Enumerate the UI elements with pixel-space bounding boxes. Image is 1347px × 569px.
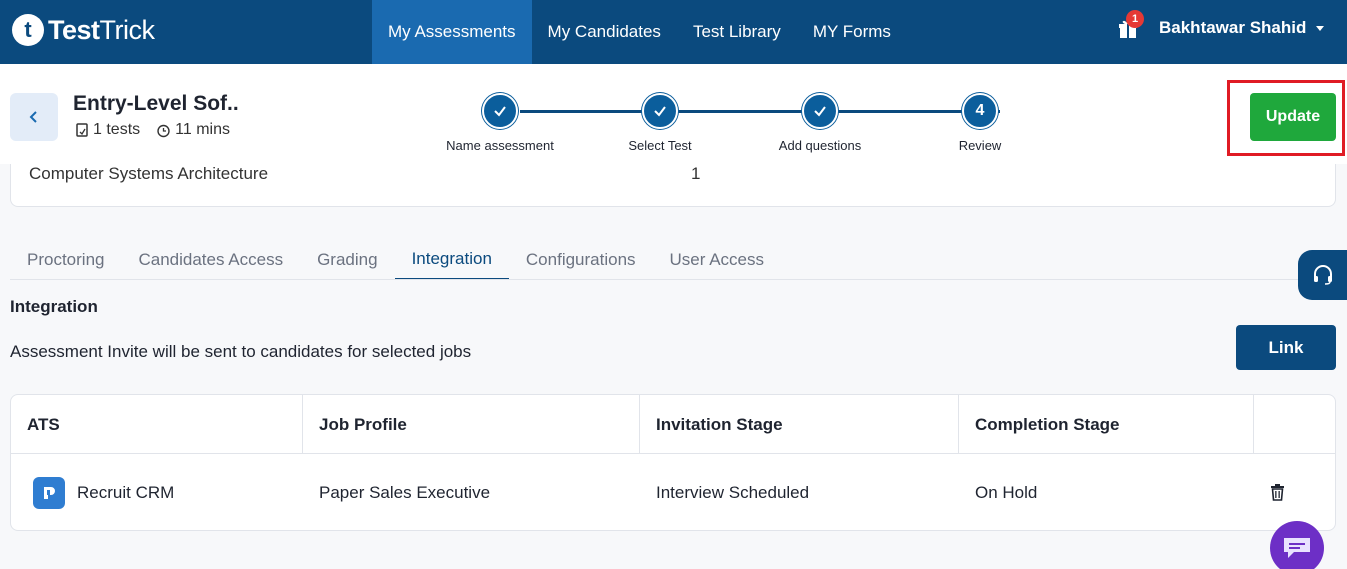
ats-cell: Recruit CRM bbox=[17, 454, 303, 530]
invitation-stage-cell: Interview Scheduled bbox=[656, 482, 810, 502]
nav-test-library[interactable]: Test Library bbox=[677, 0, 797, 64]
nav-my-candidates[interactable]: My Candidates bbox=[532, 0, 677, 64]
logo-text-thin: Trick bbox=[99, 14, 155, 45]
integration-table: ATS Job Profile Invitation Stage Complet… bbox=[10, 394, 1336, 531]
completion-stage-cell: On Hold bbox=[975, 482, 1038, 502]
link-button[interactable]: Link bbox=[1236, 325, 1336, 370]
tab-integration[interactable]: Integration bbox=[394, 240, 509, 280]
step-check-icon bbox=[482, 93, 518, 129]
table-header: ATS Job Profile Invitation Stage Complet… bbox=[11, 395, 1335, 454]
tab-proctoring[interactable]: Proctoring bbox=[10, 240, 121, 280]
tabs-divider bbox=[10, 279, 1336, 280]
job-profile-cell: Paper Sales Executive bbox=[319, 482, 491, 502]
chevron-left-icon bbox=[29, 111, 37, 123]
chat-button[interactable] bbox=[1270, 521, 1324, 569]
main-nav: My Assessments My Candidates Test Librar… bbox=[372, 0, 907, 64]
assessment-header: Entry-Level Sof.. 1 tests 11 mins Name a… bbox=[0, 64, 1347, 164]
test-card-peek-name: Computer Systems Architecture bbox=[29, 164, 269, 183]
chat-icon bbox=[1284, 538, 1310, 558]
test-card-peek-count: 1 bbox=[691, 164, 701, 183]
logo-mark: t bbox=[12, 14, 44, 46]
step-select-test[interactable]: Select Test bbox=[580, 93, 740, 153]
step-check-icon bbox=[802, 93, 838, 129]
back-button[interactable] bbox=[10, 93, 58, 141]
ats-name: Recruit CRM bbox=[77, 482, 175, 502]
progress-stepper: Name assessment Select Test Add question… bbox=[440, 93, 1020, 163]
document-icon bbox=[76, 123, 88, 137]
section-title: Integration bbox=[10, 297, 98, 316]
duration-text: 11 mins bbox=[175, 121, 230, 138]
step-review[interactable]: 4 Review bbox=[900, 93, 1060, 153]
tests-count-text: 1 tests bbox=[93, 121, 141, 138]
chevron-down-icon bbox=[1316, 25, 1325, 31]
logo-text: TestTrick bbox=[48, 15, 155, 46]
tab-user-access[interactable]: User Access bbox=[653, 240, 781, 280]
duration: 11 mins bbox=[156, 121, 230, 139]
step-name-assessment[interactable]: Name assessment bbox=[420, 93, 580, 153]
recruit-crm-logo bbox=[33, 476, 65, 509]
column-header-job-profile: Job Profile bbox=[303, 395, 640, 454]
step-label: Review bbox=[958, 138, 1002, 153]
tab-grading[interactable]: Grading bbox=[300, 240, 394, 280]
tab-configurations[interactable]: Configurations bbox=[509, 240, 653, 280]
step-label: Name assessment bbox=[446, 138, 554, 153]
delete-button[interactable] bbox=[1254, 454, 1314, 530]
testtrick-logo[interactable]: t TestTrick bbox=[12, 12, 155, 48]
assessment-title: Entry-Level Sof.. bbox=[73, 92, 239, 115]
user-menu[interactable]: Bakhtawar Shahid bbox=[1159, 18, 1325, 38]
step-check-icon bbox=[642, 93, 678, 129]
nav-my-assessments[interactable]: My Assessments bbox=[372, 0, 532, 64]
update-button[interactable]: Update bbox=[1250, 93, 1336, 141]
column-header-ats: ATS bbox=[11, 395, 303, 454]
logo-text-bold: Test bbox=[48, 14, 100, 45]
section-description: Assessment Invite will be sent to candid… bbox=[10, 342, 472, 361]
settings-tabs: Proctoring Candidates Access Grading Int… bbox=[10, 240, 781, 280]
headset-icon bbox=[1314, 265, 1332, 285]
step-add-questions[interactable]: Add questions bbox=[740, 93, 900, 153]
alarm-clock-icon bbox=[157, 124, 170, 137]
assessment-meta: 1 tests 11 mins bbox=[75, 121, 246, 139]
step-label: Select Test bbox=[628, 138, 692, 153]
notification-badge: 1 bbox=[1126, 10, 1144, 28]
step-label: Add questions bbox=[778, 138, 862, 153]
column-header-invitation-stage: Invitation Stage bbox=[640, 395, 959, 454]
step-number: 4 bbox=[962, 93, 998, 129]
trash-icon bbox=[1271, 484, 1284, 501]
tab-candidates-access[interactable]: Candidates Access bbox=[121, 240, 300, 280]
nav-my-forms[interactable]: MY Forms bbox=[797, 0, 907, 64]
user-name: Bakhtawar Shahid bbox=[1159, 18, 1307, 37]
support-button[interactable] bbox=[1298, 250, 1347, 300]
tests-count: 1 tests bbox=[75, 121, 140, 139]
column-header-completion-stage: Completion Stage bbox=[959, 395, 1254, 454]
top-navbar: t TestTrick My Assessments My Candidates… bbox=[0, 0, 1347, 64]
